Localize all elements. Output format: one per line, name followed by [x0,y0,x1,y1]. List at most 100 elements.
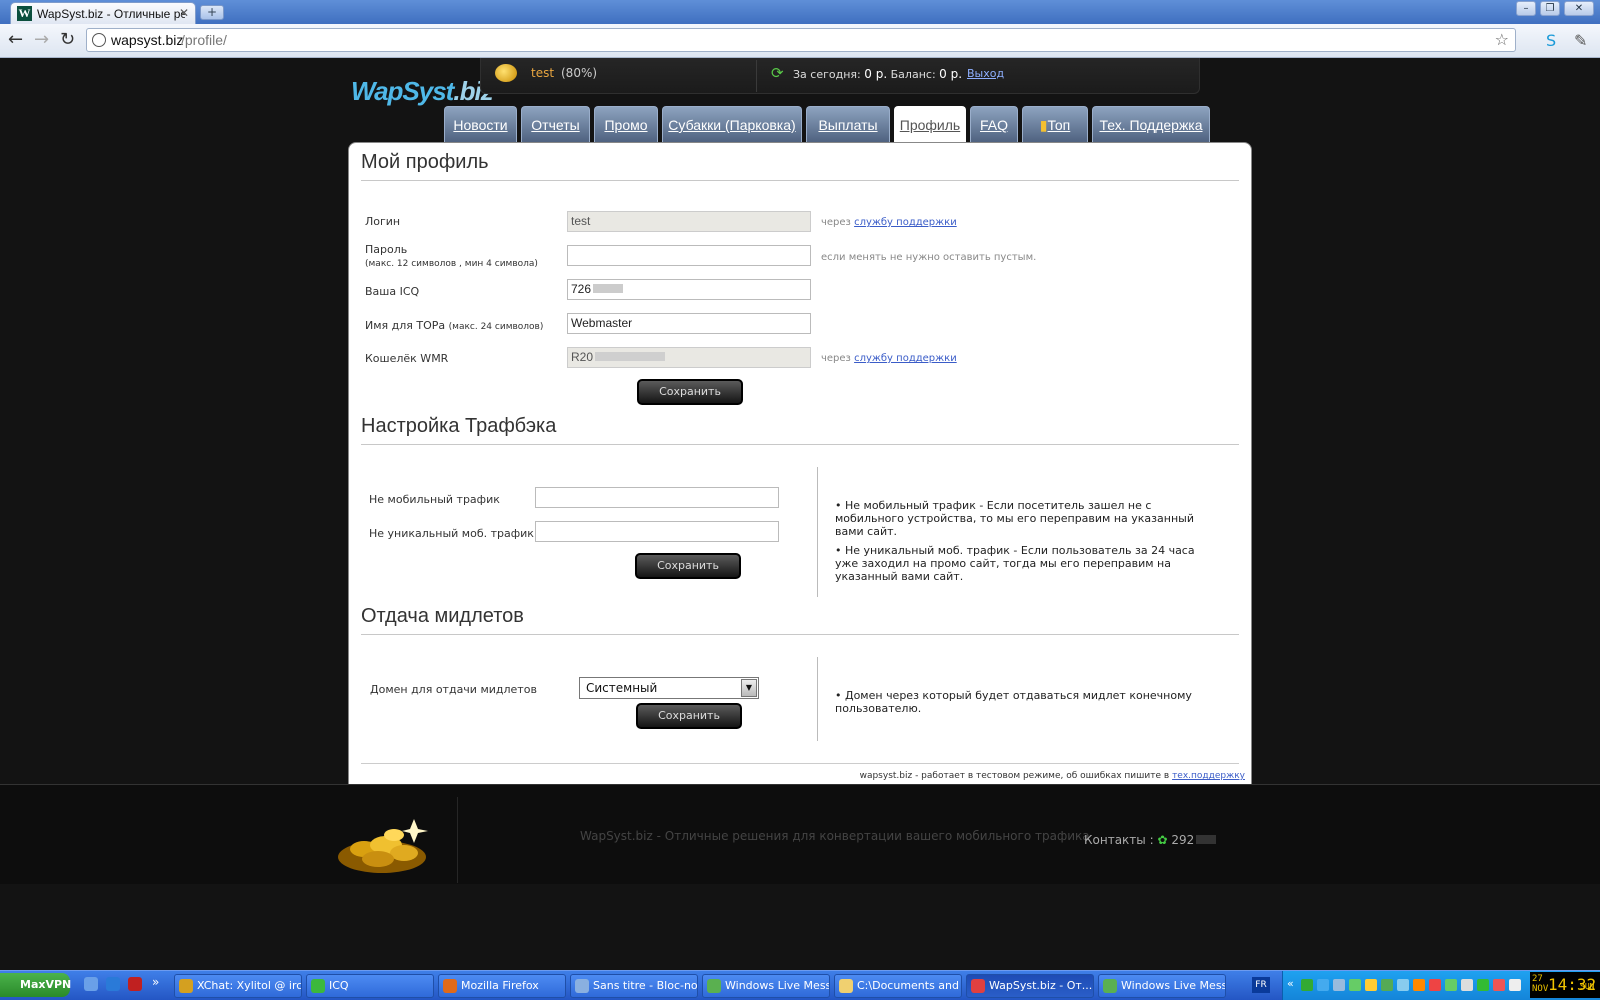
password-field[interactable] [567,245,811,266]
logout-link[interactable]: Выход [967,67,1004,80]
menu-faq[interactable]: FAQ [970,106,1018,142]
password-label-text: Пароль [365,243,408,256]
minimize-button[interactable]: – [1516,1,1536,16]
menu-news[interactable]: Новости [444,106,517,142]
wmr-value: R20 [571,350,594,364]
language-indicator[interactable]: FR [1252,977,1270,993]
tray-expand-icon[interactable]: « [1287,977,1294,990]
bookmark-star-icon[interactable]: ☆ [1495,30,1509,49]
task-label: Windows Live Mess... [725,979,829,992]
balance-label: Баланс: [890,68,936,81]
task-label: Mozilla Firefox [461,979,539,992]
xchat-icon [179,979,193,993]
task-icq[interactable]: ICQ [306,974,434,998]
browser-tab[interactable]: W WapSyst.biz - Отличные реш ✕ [10,2,196,24]
login-hint-prefix: через [821,217,851,228]
site-logo[interactable]: WapSyst.biz [351,76,494,107]
login-field[interactable]: test [567,211,811,232]
task-chrome[interactable]: WapSyst.biz - От... [966,974,1094,998]
window-close-button[interactable]: ✕ [1564,1,1594,16]
profile-save-button[interactable]: Сохранить [637,379,743,405]
address-bar[interactable]: wapsyst.biz /profile/ ☆ [86,28,1516,52]
messenger-icon [707,979,721,993]
nonunique-field[interactable] [535,521,779,542]
icq-field[interactable]: 726 [567,279,811,300]
tray-icon[interactable] [1365,979,1377,991]
nonmobile-field[interactable] [535,487,779,508]
fish-icon [495,64,517,82]
forward-icon[interactable]: → [34,30,49,50]
tray-icon[interactable] [1477,979,1489,991]
wrench-icon[interactable]: ✎ [1574,31,1587,50]
quicklaunch-more-icon[interactable]: » [152,975,159,989]
footer-divider [457,797,458,883]
browser-quicklaunch-icon[interactable] [106,977,120,991]
ie-icon[interactable] [84,977,98,991]
task-firefox[interactable]: Mozilla Firefox [438,974,566,998]
menu-top[interactable]: ▮Топ [1022,106,1088,142]
back-icon[interactable]: ← [8,30,23,50]
top-name-field[interactable]: Webmaster [567,313,811,334]
tray-icon[interactable] [1397,979,1409,991]
task-explorer[interactable]: C:\Documents and ... [834,974,962,998]
login-support-link[interactable]: службу поддержки [854,217,957,228]
user-percent: (80%) [561,66,598,80]
tray-icon[interactable] [1301,979,1313,991]
panel-footer-message: wapsyst.biz - работает в тестовом режиме… [859,771,1170,781]
tray-icon[interactable] [1333,979,1345,991]
filezilla-icon[interactable] [128,977,142,991]
menu-reports[interactable]: Отчеты [521,106,590,142]
midlets-divider [817,657,818,741]
tray-icon[interactable] [1509,979,1521,991]
new-tab-button[interactable]: + [200,5,224,20]
domain-select[interactable]: Системный ▼ [579,677,759,699]
wmr-field[interactable]: R20 [567,347,811,368]
wmr-label: Кошелёк WMR [365,352,449,365]
tray-icon[interactable] [1445,979,1457,991]
icq-flower-icon: ✿ [1157,833,1168,847]
footer-contacts: Контакты : ✿ 292 [1084,833,1217,847]
tray-icon[interactable] [1317,979,1329,991]
menu-promo[interactable]: Промо [594,106,658,142]
task-label: Windows Live Mess... [1121,979,1225,992]
site-favicon-icon: W [17,6,32,21]
top-name-note: (макс. 24 символов) [448,322,544,332]
tray-icon[interactable] [1493,979,1505,991]
trafback-divider [817,467,818,597]
task-label: Sans titre - Bloc-notes [593,979,698,992]
login-hint: через службу поддержки [821,217,957,228]
midlets-info: • Домен через который будет отдаваться м… [835,689,1192,715]
task-messenger-2[interactable]: Windows Live Mess... [1098,974,1226,998]
logo-text-1: WapSyst [351,76,454,106]
tray-icon[interactable] [1413,979,1425,991]
menu-support[interactable]: Тех. Поддержка [1092,106,1210,142]
menu-profile[interactable]: Профиль [894,106,966,142]
tray-icon[interactable] [1461,979,1473,991]
site-footer: WapSyst.biz - Отличные решения для конве… [0,784,1600,884]
task-xchat[interactable]: XChat: Xylitol @ irc.... [174,974,302,998]
system-clock[interactable]: 27 NOV 14:32 SUN [1530,972,1600,998]
url-host: wapsyst.biz [111,32,184,48]
messenger-icon [1103,979,1117,993]
tray-icon[interactable] [1429,979,1441,991]
start-button[interactable]: MaxVPN [0,973,71,997]
menu-subaccounts[interactable]: Субакки (Парковка) [662,106,802,142]
refresh-icon[interactable]: ⟳ [771,64,784,82]
chevron-down-icon[interactable]: ▼ [741,679,757,697]
tray-icon[interactable] [1349,979,1361,991]
panel-footer-support-link[interactable]: тех.поддержку [1172,771,1245,781]
skype-icon[interactable]: S [1546,31,1556,50]
reload-icon[interactable]: ↻ [60,30,75,50]
task-label: WapSyst.biz - От... [989,979,1093,992]
trafback-save-button[interactable]: Сохранить [635,553,741,579]
trafback-title: Настройка Трафбэка [361,415,1239,445]
tray-icon[interactable] [1381,979,1393,991]
wmr-support-link[interactable]: службу поддержки [854,353,957,364]
browser-toolbar: ← → ↻ wapsyst.biz /profile/ ☆ S ✎ [0,24,1600,58]
task-notepad[interactable]: Sans titre - Bloc-notes [570,974,698,998]
maximize-button[interactable]: ❐ [1540,1,1560,16]
task-messenger[interactable]: Windows Live Mess... [702,974,830,998]
midlets-save-button[interactable]: Сохранить [636,703,742,729]
menu-payouts[interactable]: Выплаты [806,106,890,142]
tab-close-icon[interactable]: ✕ [179,6,189,20]
